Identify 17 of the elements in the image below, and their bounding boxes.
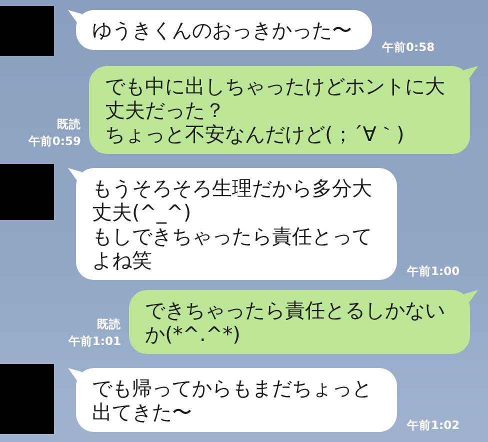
message-text: ちょっと不安なんだけど(；´∀｀) (105, 122, 406, 146)
message-time: 午前1:00 (407, 263, 460, 280)
redacted-avatar (0, 164, 54, 220)
message-text: もうそろそろ生理だから多分大丈夫(^_^) (92, 176, 373, 224)
message-text: もしできちゃったら責任とってよね笑 (92, 224, 373, 272)
redacted-avatar (0, 364, 54, 434)
message-time: 午前0:59 (28, 133, 81, 150)
message-text: でも中に出しちゃったけどホントに大丈夫だった？ (105, 74, 446, 122)
message-time: 午前1:01 (68, 333, 121, 350)
redacted-avatar (0, 6, 54, 56)
read-receipt: 既読 (57, 116, 81, 133)
message-text: でも帰ってからもまだちょっと出てきた〜 (92, 376, 373, 424)
read-receipt: 既読 (97, 316, 121, 333)
message-text: できちゃったら責任とるしかないか(*^.^*) (145, 298, 446, 346)
message-time: 午前1:02 (407, 417, 460, 434)
message-time: 午前0:58 (382, 39, 435, 56)
message-text: ゆうきくんのおっきかった〜 (92, 18, 352, 42)
